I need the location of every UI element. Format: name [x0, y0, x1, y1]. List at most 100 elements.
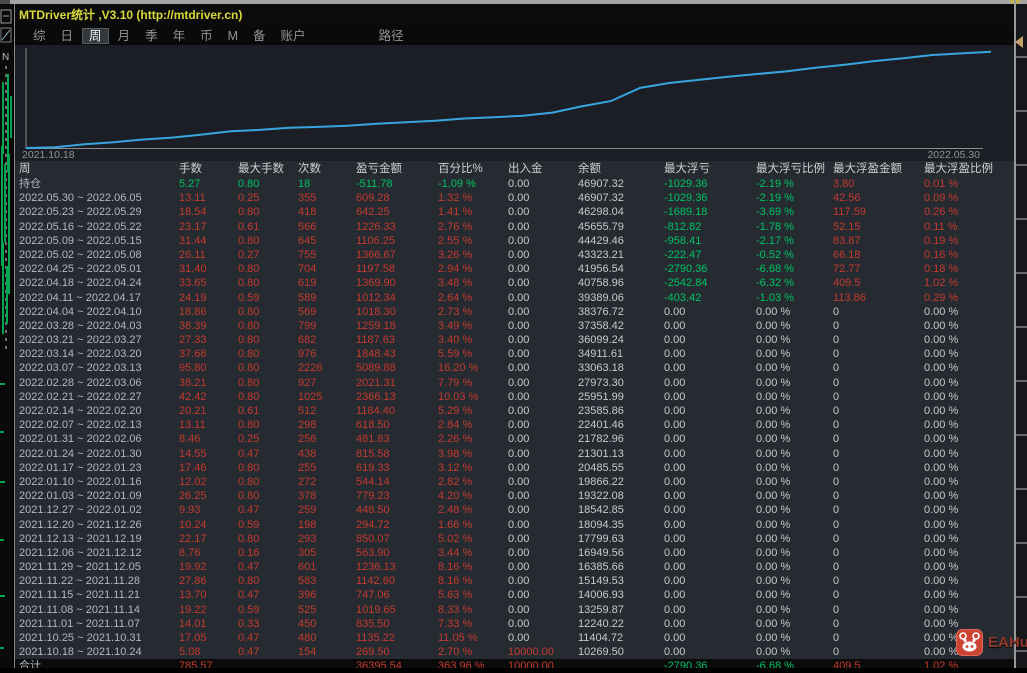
table-row[interactable]: 2022.01.24 ~ 2022.01.30 14.55 0.47 438 815.5…: [15, 447, 1014, 461]
table-row[interactable]: 合计 785.57 36395.54 363.96 % 10000.00 -2790.36…: [15, 659, 1014, 668]
table-row[interactable]: 2022.04.11 ~ 2022.04.17 24.19 0.59 589 1012.…: [15, 291, 1014, 305]
column-header[interactable]: 最大浮盈比例: [924, 161, 1014, 177]
table-row[interactable]: 2022.02.28 ~ 2022.03.06 38.21 0.80 927 2021.…: [15, 376, 1014, 390]
table-row[interactable]: 2022.04.04 ~ 2022.04.10 18.86 0.80 569 1018.…: [15, 305, 1014, 319]
cell: 5.63 %: [438, 589, 473, 602]
menu-item-币[interactable]: 币: [194, 28, 219, 44]
cell: 12240.22: [578, 617, 624, 630]
cell: 2022.03.07 ~ 2022.03.13: [19, 362, 142, 375]
cell: 2022.03.28 ~ 2022.04.03: [19, 319, 142, 332]
cell: 27973.30: [578, 376, 624, 389]
table-row[interactable]: 2021.11.29 ~ 2021.12.05 19.92 0.47 601 1236.…: [15, 560, 1014, 574]
cell: 525: [298, 603, 317, 616]
cell: 0.00 %: [756, 447, 791, 460]
cell: 747.06: [356, 589, 390, 602]
table-row[interactable]: 2022.05.16 ~ 2022.05.22 23.17 0.61 566 1226.…: [15, 220, 1014, 234]
cell: 927: [298, 376, 317, 389]
cell: 14006.93: [578, 589, 624, 602]
cell: 17.05: [179, 632, 207, 644]
table-row[interactable]: 2022.01.10 ~ 2022.01.16 12.02 0.80 272 544.1…: [15, 475, 1014, 489]
table-row[interactable]: 2022.05.30 ~ 2022.06.05 13.11 0.25 355 609.2…: [15, 191, 1014, 205]
title-bar[interactable]: MTDriver统计 ,V3.10 (http://mtdriver.cn): [15, 4, 1014, 27]
menu-item-账户[interactable]: 账户: [275, 28, 312, 44]
cell: 0.00: [508, 405, 530, 417]
table-row[interactable]: 2022.05.02 ~ 2022.05.08 26.11 0.27 755 1366.…: [15, 248, 1014, 262]
menu-item-日[interactable]: 日: [55, 28, 80, 44]
cell: 396: [298, 589, 317, 602]
cell: 0.25: [238, 433, 260, 446]
cell: 2.70 %: [438, 646, 473, 659]
cell: 418: [298, 206, 317, 219]
cell: 1236.13: [356, 561, 396, 574]
cell: 0.00: [508, 589, 530, 602]
cell: 0.80: [238, 178, 260, 190]
menu-item-周[interactable]: 周: [82, 28, 109, 44]
table-row[interactable]: 2022.01.17 ~ 2022.01.23 17.46 0.80 255 619.3…: [15, 461, 1014, 475]
table-row[interactable]: 2022.03.21 ~ 2022.03.27 27.33 0.80 682 1187.…: [15, 333, 1014, 347]
table-row[interactable]: 2021.12.13 ~ 2021.12.19 22.17 0.80 293 850.0…: [15, 532, 1014, 546]
menu-item-M[interactable]: M: [222, 28, 244, 44]
table-row[interactable]: 2021.10.18 ~ 2021.10.24 5.08 0.47 154 269.50…: [15, 645, 1014, 659]
column-header[interactable]: 次数: [298, 161, 356, 177]
table-row[interactable]: 2021.11.01 ~ 2021.11.07 14.01 0.33 450 835.5…: [15, 617, 1014, 631]
cell: 0.00: [508, 362, 530, 375]
table-row[interactable]: 2021.12.20 ~ 2021.12.26 10.24 0.59 198 294.7…: [15, 518, 1014, 532]
cell: 0.00 %: [924, 433, 959, 446]
table-row[interactable]: 2022.04.18 ~ 2022.04.24 33.65 0.80 619 1369.…: [15, 276, 1014, 290]
table-row[interactable]: 2021.12.06 ~ 2021.12.12 8.76 0.16 305 563.90…: [15, 546, 1014, 560]
column-header[interactable]: 最大浮盈金额: [833, 161, 924, 177]
menu-item-季[interactable]: 季: [139, 28, 164, 44]
menu-item-月[interactable]: 月: [112, 28, 137, 44]
menu-item-综[interactable]: 综: [27, 28, 52, 44]
table-row[interactable]: 2022.05.09 ~ 2022.05.15 31.44 0.80 645 1106.…: [15, 234, 1014, 248]
table-row[interactable]: 2022.03.07 ~ 2022.03.13 95.80 0.80 2226 5089…: [15, 361, 1014, 375]
menu-item-path[interactable]: 路径: [373, 28, 410, 44]
column-header[interactable]: 百分比%: [438, 161, 508, 177]
table-row[interactable]: 2022.04.25 ~ 2022.05.01 31.40 0.80 704 1197.…: [15, 262, 1014, 276]
cell: 0.80: [238, 490, 260, 503]
cell: 38.39: [179, 319, 207, 332]
column-header[interactable]: 周: [19, 161, 179, 177]
table-row[interactable]: 2022.02.21 ~ 2022.02.27 42.42 0.80 1025 2366…: [15, 390, 1014, 404]
cell: 583: [298, 575, 317, 588]
column-header[interactable]: 手数: [179, 161, 238, 177]
menu-item-年[interactable]: 年: [167, 28, 192, 44]
menu-item-备[interactable]: 备: [247, 28, 272, 44]
cell: 2021.12.27 ~ 2022.01.02: [19, 504, 142, 517]
column-header[interactable]: 最大手数: [238, 161, 298, 177]
cell: 9.93: [179, 504, 201, 517]
table-row[interactable]: 持仓 5.27 0.80 18 -511.78 -1.09 % 0.00 46907.32 -1…: [15, 177, 1014, 191]
cell: 5.27: [179, 178, 201, 190]
table-row[interactable]: 2021.12.27 ~ 2022.01.02 9.93 0.47 259 448.50…: [15, 503, 1014, 517]
cell: 0.80: [238, 234, 260, 247]
table-row[interactable]: 2022.05.23 ~ 2022.05.29 18.54 0.80 418 642.2…: [15, 205, 1014, 219]
cell: 0.00: [508, 419, 530, 432]
table-row[interactable]: 2021.11.08 ~ 2021.11.14 19.22 0.59 525 1019.…: [15, 603, 1014, 617]
table-row[interactable]: 2022.01.31 ~ 2022.02.06 8.46 0.25 256 481.83…: [15, 432, 1014, 446]
table-row[interactable]: 2021.11.15 ~ 2021.11.21 13.70 0.47 396 747.0…: [15, 588, 1014, 602]
cell: [298, 659, 356, 668]
column-header[interactable]: 最大浮亏比例: [756, 161, 833, 177]
table-row[interactable]: 2021.10.25 ~ 2021.10.31 17.05 0.47 480 1135.…: [15, 631, 1014, 645]
cell: 17799.63: [578, 532, 624, 545]
column-header[interactable]: 余额: [578, 161, 664, 177]
cell: 0.00: [508, 206, 530, 219]
cell: 0.00: [664, 490, 686, 503]
cell: 815.58: [356, 447, 390, 460]
cell: 13.11: [179, 419, 206, 432]
table-row[interactable]: 2021.11.22 ~ 2021.11.28 27.86 0.80 583 1142.…: [15, 574, 1014, 588]
table-row[interactable]: 2022.02.14 ~ 2022.02.20 20.21 0.61 512 1184.…: [15, 404, 1014, 418]
column-header[interactable]: 盈亏金额: [356, 161, 438, 177]
cell: -1029.36: [664, 192, 708, 205]
cell: 2.76 %: [438, 220, 473, 233]
table-row[interactable]: 2022.03.14 ~ 2022.03.20 37.68 0.80 976 1848.…: [15, 347, 1014, 361]
cell: 0.00: [664, 532, 686, 545]
table-row[interactable]: 2022.02.07 ~ 2022.02.13 13.11 0.80 298 618.5…: [15, 418, 1014, 432]
column-header[interactable]: 出入金: [508, 161, 578, 177]
table-row[interactable]: 2022.03.28 ~ 2022.04.03 38.39 0.80 799 1259.…: [15, 319, 1014, 333]
cell: 255: [298, 461, 317, 474]
column-header[interactable]: 最大浮亏: [664, 161, 756, 177]
cell: 0.00 %: [924, 475, 959, 488]
table-row[interactable]: 2022.01.03 ~ 2022.01.09 26.25 0.80 378 779.2…: [15, 489, 1014, 503]
cell: 0.61: [238, 220, 260, 233]
